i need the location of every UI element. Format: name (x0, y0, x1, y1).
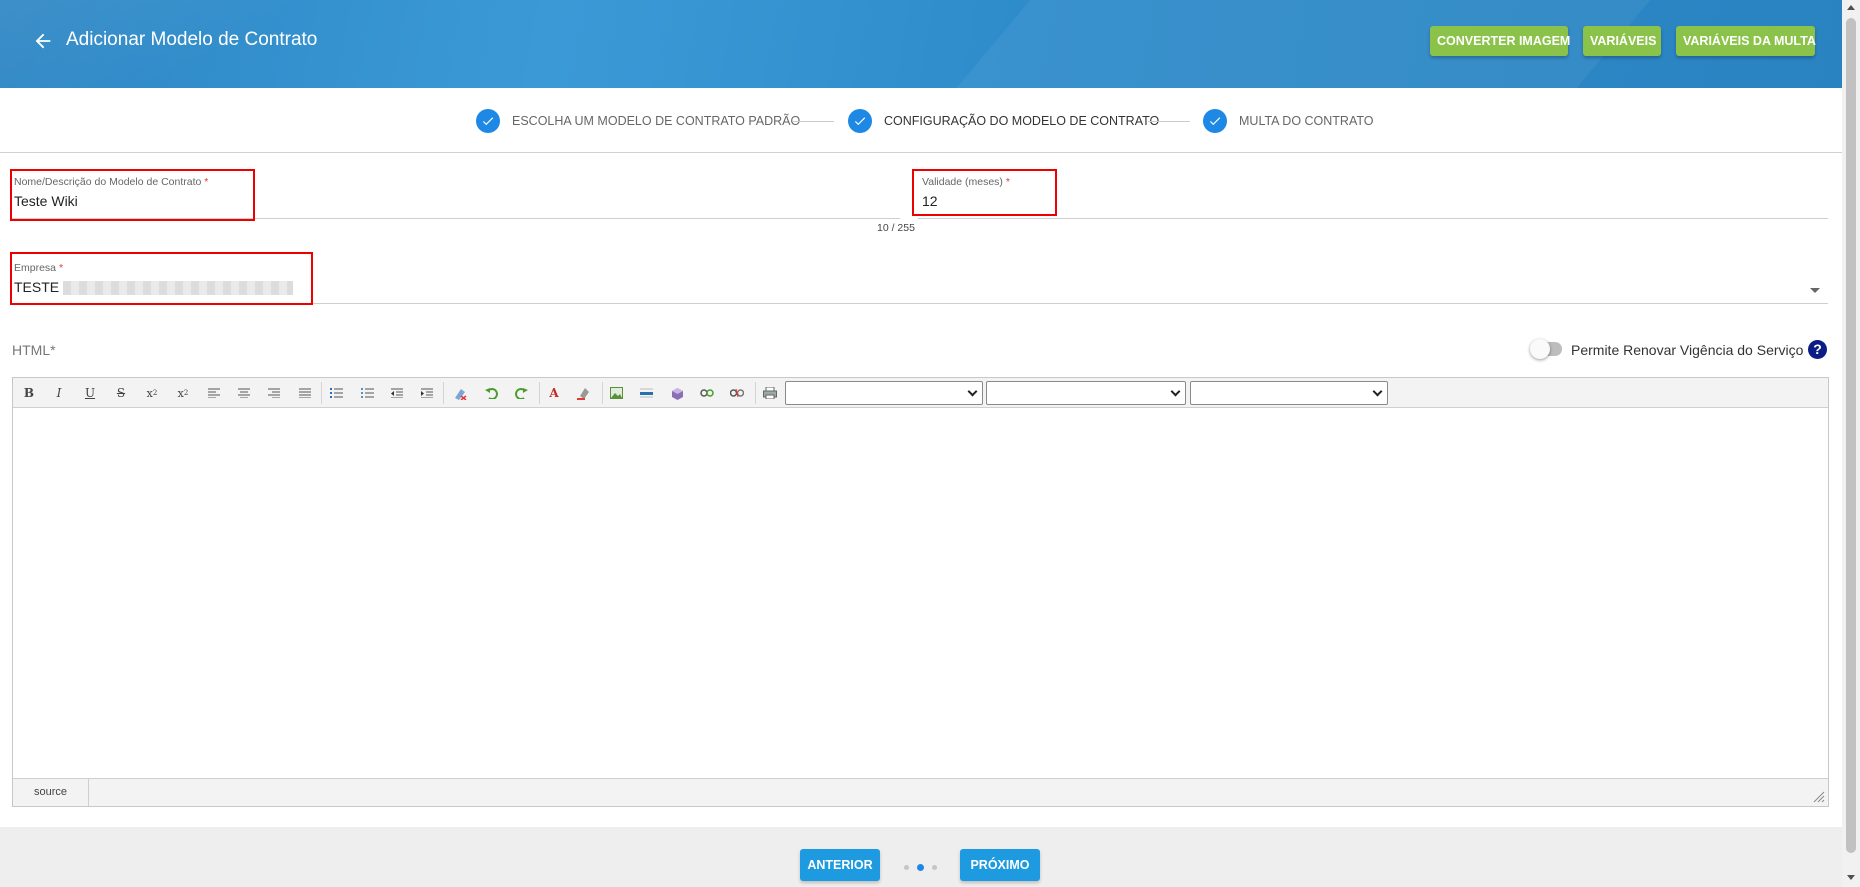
next-button[interactable]: PRÓXIMO (960, 849, 1040, 881)
horizontal-rule-icon[interactable] (636, 383, 656, 403)
format-block-select[interactable] (785, 381, 983, 405)
footer-nav: ANTERIOR PRÓXIMO (0, 827, 1842, 887)
text-color-icon[interactable]: A (544, 383, 564, 403)
superscript-icon[interactable]: x2 (173, 383, 193, 403)
step-label: CONFIGURAÇÃO DO MODELO DE CONTRATO (884, 114, 1160, 128)
step-penalty[interactable]: MULTA DO CONTRATO (1203, 109, 1374, 133)
unlink-icon[interactable] (727, 383, 747, 403)
ordered-list-icon[interactable] (326, 383, 346, 403)
back-arrow-icon[interactable] (32, 30, 54, 52)
variables-button[interactable]: VARIÁVEIS (1583, 26, 1661, 56)
step-connector (792, 121, 834, 122)
strikethrough-icon[interactable]: S (111, 383, 131, 403)
page-title: Adicionar Modelo de Contrato (66, 29, 318, 50)
stepper: ESCOLHA UM MODELO DE CONTRATO PADRÃO CON… (0, 88, 1842, 153)
renew-toggle-label: Permite Renovar Vigência do Serviço (1571, 342, 1804, 358)
outdent-icon[interactable] (387, 383, 407, 403)
align-right-icon[interactable] (264, 383, 284, 403)
validity-field[interactable]: Validade (meses) * 12 (922, 176, 1828, 209)
step-choose-template[interactable]: ESCOLHA UM MODELO DE CONTRATO PADRÃO (476, 109, 800, 133)
editor-toolbar: B I U S x2 x2 A (13, 378, 1828, 408)
editor-statusbar: source (13, 778, 1828, 806)
align-justify-icon[interactable] (295, 383, 315, 403)
chevron-down-icon (1372, 386, 1383, 397)
bold-icon[interactable]: B (19, 383, 39, 403)
font-size-select[interactable] (1190, 381, 1388, 405)
redo-icon[interactable] (511, 383, 531, 403)
highlight-box (10, 169, 255, 221)
page-dot (932, 865, 937, 870)
page-scrollbar[interactable] (1842, 0, 1860, 887)
char-counter: 10 / 255 (877, 222, 915, 234)
indent-icon[interactable] (417, 383, 437, 403)
editor-content-area[interactable] (13, 409, 1828, 779)
italic-icon[interactable]: I (49, 383, 69, 403)
source-toggle[interactable]: source (13, 779, 89, 806)
check-icon (1203, 109, 1227, 133)
highlight-box (912, 169, 1057, 216)
check-icon (476, 109, 500, 133)
scroll-down-icon[interactable] (1847, 875, 1855, 880)
page-dot-active (917, 864, 924, 871)
previous-button[interactable]: ANTERIOR (800, 849, 880, 881)
app-header: Adicionar Modelo de Contrato CONVERTER I… (0, 0, 1842, 88)
page: Adicionar Modelo de Contrato CONVERTER I… (0, 0, 1860, 887)
html-editor: B I U S x2 x2 A source (12, 377, 1829, 807)
unordered-list-icon[interactable] (357, 383, 377, 403)
align-center-icon[interactable] (234, 383, 254, 403)
convert-image-button[interactable]: CONVERTER IMAGEM (1430, 26, 1570, 56)
step-configuration[interactable]: CONFIGURAÇÃO DO MODELO DE CONTRATO (848, 109, 1159, 133)
link-icon[interactable] (697, 383, 717, 403)
underline-icon[interactable]: U (80, 383, 100, 403)
remove-format-icon[interactable] (450, 383, 470, 403)
check-icon (848, 109, 872, 133)
subscript-icon[interactable]: x2 (142, 383, 162, 403)
chevron-down-icon[interactable] (1810, 288, 1820, 293)
insert-object-icon[interactable] (667, 383, 687, 403)
resize-handle-icon[interactable] (1813, 791, 1825, 803)
step-connector (1148, 121, 1190, 122)
validity-input[interactable]: 12 (922, 193, 1828, 209)
align-left-icon[interactable] (204, 383, 224, 403)
step-label: ESCOLHA UM MODELO DE CONTRATO PADRÃO (512, 114, 801, 128)
scroll-up-icon[interactable] (1847, 5, 1855, 10)
image-icon[interactable] (606, 383, 626, 403)
undo-icon[interactable] (481, 383, 501, 403)
background-color-icon[interactable] (574, 383, 594, 403)
html-label: HTML* (12, 342, 56, 358)
chevron-down-icon (1170, 386, 1181, 397)
renew-toggle[interactable] (1530, 339, 1562, 359)
print-icon[interactable] (760, 383, 780, 403)
highlight-box (10, 252, 313, 305)
step-label: MULTA DO CONTRATO (1239, 114, 1374, 128)
chevron-down-icon (967, 386, 978, 397)
help-icon[interactable]: ? (1808, 340, 1827, 359)
font-family-select[interactable] (986, 381, 1186, 405)
scrollbar-thumb[interactable] (1846, 18, 1856, 853)
penalty-variables-button[interactable]: VARIÁVEIS DA MULTA (1676, 26, 1816, 56)
page-dot (904, 865, 909, 870)
